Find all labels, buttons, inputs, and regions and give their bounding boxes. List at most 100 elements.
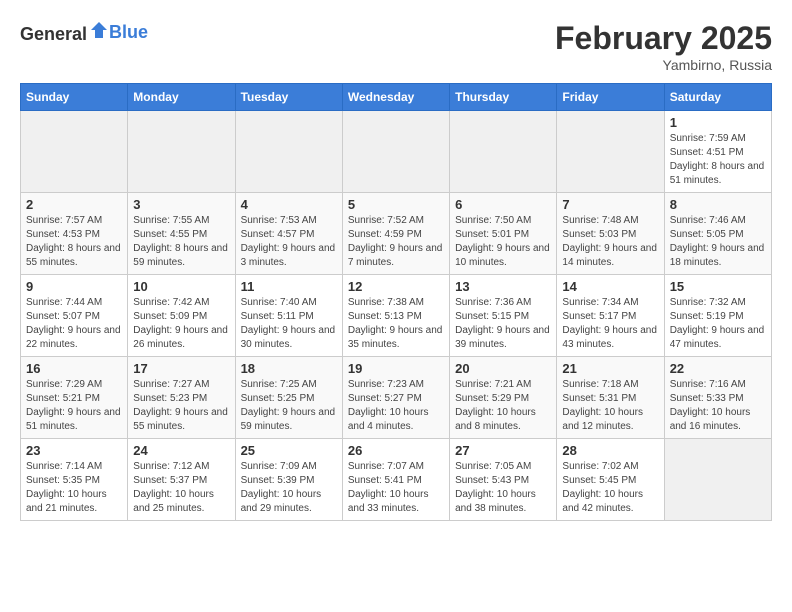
day-number: 9: [26, 279, 122, 294]
day-number: 16: [26, 361, 122, 376]
day-number: 26: [348, 443, 444, 458]
calendar-cell: 12 Sunrise: 7:38 AM Sunset: 5:13 PM Dayli…: [342, 275, 449, 357]
calendar-cell: 16 Sunrise: 7:29 AM Sunset: 5:21 PM Dayli…: [21, 357, 128, 439]
day-info: Sunrise: 7:59 AM Sunset: 4:51 PM Dayligh…: [670, 132, 766, 188]
day-info: Sunrise: 7:14 AM Sunset: 5:35 PM Dayligh…: [26, 460, 122, 516]
day-number: 22: [670, 361, 766, 376]
weekday-header-monday: Monday: [128, 84, 235, 111]
day-info: Sunrise: 7:29 AM Sunset: 5:21 PM Dayligh…: [26, 378, 122, 434]
day-info: Sunrise: 7:25 AM Sunset: 5:25 PM Dayligh…: [241, 378, 337, 434]
day-number: 10: [133, 279, 229, 294]
day-info: Sunrise: 7:02 AM Sunset: 5:45 PM Dayligh…: [562, 460, 658, 516]
calendar-cell: 19Sunrise: 7:23 AM Sunset: 5:27 PM Dayli…: [342, 357, 449, 439]
calendar-cell: 21 Sunrise: 7:18 AM Sunset: 5:31 PM Dayli…: [557, 357, 664, 439]
calendar-week-row: 16 Sunrise: 7:29 AM Sunset: 5:21 PM Dayli…: [21, 357, 772, 439]
day-number: 13: [455, 279, 551, 294]
logo-general: General: [20, 24, 87, 44]
day-number: 15: [670, 279, 766, 294]
calendar-cell: 13 Sunrise: 7:36 AM Sunset: 5:15 PM Dayli…: [450, 275, 557, 357]
day-info: Sunrise: 7:32 AM Sunset: 5:19 PM Dayligh…: [670, 296, 766, 352]
calendar-cell: 7 Sunrise: 7:48 AM Sunset: 5:03 PM Daylig…: [557, 193, 664, 275]
calendar-cell: [21, 111, 128, 193]
day-info: Sunrise: 7:50 AM Sunset: 5:01 PM Dayligh…: [455, 214, 551, 270]
weekday-header-sunday: Sunday: [21, 84, 128, 111]
calendar-week-row: 9 Sunrise: 7:44 AM Sunset: 5:07 PM Daylig…: [21, 275, 772, 357]
day-number: 20: [455, 361, 551, 376]
calendar-cell: 18 Sunrise: 7:25 AM Sunset: 5:25 PM Dayli…: [235, 357, 342, 439]
weekday-header-thursday: Thursday: [450, 84, 557, 111]
day-number: 1: [670, 115, 766, 130]
day-info: Sunrise: 7:07 AM Sunset: 5:41 PM Dayligh…: [348, 460, 444, 516]
calendar-cell: 28Sunrise: 7:02 AM Sunset: 5:45 PM Dayli…: [557, 439, 664, 521]
calendar-cell: 20 Sunrise: 7:21 AM Sunset: 5:29 PM Dayli…: [450, 357, 557, 439]
calendar-cell: 2Sunrise: 7:57 AM Sunset: 4:53 PM Daylig…: [21, 193, 128, 275]
calendar-header-row: SundayMondayTuesdayWednesdayThursdayFrid…: [21, 84, 772, 111]
month-year-title: February 2025: [555, 20, 772, 57]
calendar-cell: 27 Sunrise: 7:05 AM Sunset: 5:43 PM Dayli…: [450, 439, 557, 521]
calendar-week-row: 1 Sunrise: 7:59 AM Sunset: 4:51 PM Daylig…: [21, 111, 772, 193]
day-number: 5: [348, 197, 444, 212]
day-number: 11: [241, 279, 337, 294]
day-number: 17: [133, 361, 229, 376]
calendar-cell: 25Sunrise: 7:09 AM Sunset: 5:39 PM Dayli…: [235, 439, 342, 521]
day-info: Sunrise: 7:44 AM Sunset: 5:07 PM Dayligh…: [26, 296, 122, 352]
day-info: Sunrise: 7:05 AM Sunset: 5:43 PM Dayligh…: [455, 460, 551, 516]
day-info: Sunrise: 7:42 AM Sunset: 5:09 PM Dayligh…: [133, 296, 229, 352]
weekday-header-friday: Friday: [557, 84, 664, 111]
calendar-cell: 26 Sunrise: 7:07 AM Sunset: 5:41 PM Dayli…: [342, 439, 449, 521]
calendar-cell: 1 Sunrise: 7:59 AM Sunset: 4:51 PM Daylig…: [664, 111, 771, 193]
day-info: Sunrise: 7:12 AM Sunset: 5:37 PM Dayligh…: [133, 460, 229, 516]
calendar-cell: 9 Sunrise: 7:44 AM Sunset: 5:07 PM Daylig…: [21, 275, 128, 357]
calendar-cell: 17 Sunrise: 7:27 AM Sunset: 5:23 PM Dayli…: [128, 357, 235, 439]
calendar-cell: 24 Sunrise: 7:12 AM Sunset: 5:37 PM Dayli…: [128, 439, 235, 521]
calendar-cell: [342, 111, 449, 193]
weekday-header-wednesday: Wednesday: [342, 84, 449, 111]
calendar-cell: 11 Sunrise: 7:40 AM Sunset: 5:11 PM Dayli…: [235, 275, 342, 357]
calendar-cell: 6 Sunrise: 7:50 AM Sunset: 5:01 PM Daylig…: [450, 193, 557, 275]
day-number: 4: [241, 197, 337, 212]
title-block: February 2025 Yambirno, Russia: [555, 20, 772, 73]
day-info: Sunrise: 7:55 AM Sunset: 4:55 PM Dayligh…: [133, 214, 229, 270]
calendar-cell: 23 Sunrise: 7:14 AM Sunset: 5:35 PM Dayli…: [21, 439, 128, 521]
calendar-cell: 5 Sunrise: 7:52 AM Sunset: 4:59 PM Daylig…: [342, 193, 449, 275]
day-number: 18: [241, 361, 337, 376]
logo-icon: [89, 20, 109, 40]
day-number: 23: [26, 443, 122, 458]
location-subtitle: Yambirno, Russia: [555, 57, 772, 73]
calendar-cell: 15 Sunrise: 7:32 AM Sunset: 5:19 PM Dayli…: [664, 275, 771, 357]
day-info: Sunrise: 7:36 AM Sunset: 5:15 PM Dayligh…: [455, 296, 551, 352]
calendar-cell: 8Sunrise: 7:46 AM Sunset: 5:05 PM Daylig…: [664, 193, 771, 275]
calendar-table: SundayMondayTuesdayWednesdayThursdayFrid…: [20, 83, 772, 521]
day-number: 8: [670, 197, 766, 212]
day-number: 21: [562, 361, 658, 376]
calendar-cell: 4Sunrise: 7:53 AM Sunset: 4:57 PM Daylig…: [235, 193, 342, 275]
day-info: Sunrise: 7:27 AM Sunset: 5:23 PM Dayligh…: [133, 378, 229, 434]
calendar-cell: [557, 111, 664, 193]
day-number: 2: [26, 197, 122, 212]
calendar-cell: [664, 439, 771, 521]
day-number: 24: [133, 443, 229, 458]
calendar-cell: 22 Sunrise: 7:16 AM Sunset: 5:33 PM Dayli…: [664, 357, 771, 439]
day-info: Sunrise: 7:48 AM Sunset: 5:03 PM Dayligh…: [562, 214, 658, 270]
calendar-cell: [450, 111, 557, 193]
day-number: 12: [348, 279, 444, 294]
day-number: 7: [562, 197, 658, 212]
day-info: Sunrise: 7:38 AM Sunset: 5:13 PM Dayligh…: [348, 296, 444, 352]
calendar-week-row: 23 Sunrise: 7:14 AM Sunset: 5:35 PM Dayli…: [21, 439, 772, 521]
day-info: Sunrise: 7:34 AM Sunset: 5:17 PM Dayligh…: [562, 296, 658, 352]
weekday-header-tuesday: Tuesday: [235, 84, 342, 111]
calendar-cell: [235, 111, 342, 193]
day-info: Sunrise: 7:21 AM Sunset: 5:29 PM Dayligh…: [455, 378, 551, 434]
calendar-cell: 14 Sunrise: 7:34 AM Sunset: 5:17 PM Dayli…: [557, 275, 664, 357]
day-number: 6: [455, 197, 551, 212]
day-number: 14: [562, 279, 658, 294]
day-info: Sunrise: 7:52 AM Sunset: 4:59 PM Dayligh…: [348, 214, 444, 270]
day-number: 3: [133, 197, 229, 212]
day-info: Sunrise: 7:09 AM Sunset: 5:39 PM Dayligh…: [241, 460, 337, 516]
day-info: Sunrise: 7:18 AM Sunset: 5:31 PM Dayligh…: [562, 378, 658, 434]
day-number: 27: [455, 443, 551, 458]
day-info: Sunrise: 7:16 AM Sunset: 5:33 PM Dayligh…: [670, 378, 766, 434]
calendar-cell: 3 Sunrise: 7:55 AM Sunset: 4:55 PM Daylig…: [128, 193, 235, 275]
day-info: Sunrise: 7:40 AM Sunset: 5:11 PM Dayligh…: [241, 296, 337, 352]
calendar-cell: 10 Sunrise: 7:42 AM Sunset: 5:09 PM Dayli…: [128, 275, 235, 357]
